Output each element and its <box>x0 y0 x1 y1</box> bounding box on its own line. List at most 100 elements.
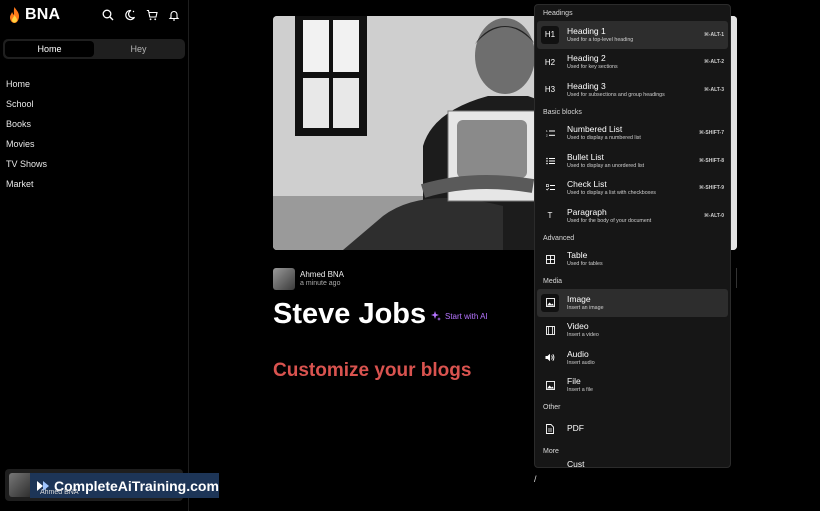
flame-icon <box>10 6 19 23</box>
paragraph-icon: T <box>547 211 553 221</box>
post-timestamp: a minute ago <box>300 279 341 287</box>
section-advanced: Advanced <box>543 234 575 242</box>
sidebar-item-movies[interactable]: Movies <box>0 134 188 154</box>
item-subtitle: Used for subsections and group headings <box>567 91 665 98</box>
menu-item-audio[interactable]: Audio Insert audio <box>537 344 728 372</box>
bell-icon[interactable] <box>168 9 180 21</box>
bullet-list-icon <box>541 152 559 170</box>
item-subtitle: Used for a top-level heading <box>567 36 634 43</box>
item-title: PDF <box>567 422 584 433</box>
item-title: Audio <box>567 348 589 359</box>
tab-hey[interactable]: Hey <box>94 41 183 57</box>
menu-item-image[interactable]: Image Insert an image <box>537 289 728 317</box>
item-subtitle: Insert audio <box>567 359 595 366</box>
section-basic-blocks: Basic blocks <box>543 108 582 116</box>
profile-name: Ahmed BNA <box>40 489 79 496</box>
more-icon <box>541 456 559 468</box>
image-icon <box>541 293 559 312</box>
video-icon <box>541 321 559 339</box>
item-shortcut: ⌘-SHIFT-8 <box>699 157 724 164</box>
menu-item-video[interactable]: Video Insert a video <box>537 317 728 345</box>
sidebar-item-home[interactable]: Home <box>0 74 188 94</box>
author-block: Ahmed BNA a minute ago <box>273 268 344 290</box>
svg-text:2: 2 <box>546 134 548 138</box>
svg-text:1: 1 <box>546 129 548 133</box>
sidebar: BNA Home Hey Home School Books Movies TV… <box>0 0 189 511</box>
file-icon <box>541 376 559 394</box>
menu-item-heading-3[interactable]: H3 Heading 3 Used for subsections and gro… <box>537 76 728 104</box>
heading-2-icon: H2 <box>544 57 556 67</box>
sparkle-icon <box>431 311 441 321</box>
sidebar-tabs: Home Hey <box>3 39 185 59</box>
menu-item-file[interactable]: File Insert a file <box>537 372 728 400</box>
sidebar-item-market[interactable]: Market <box>0 174 188 194</box>
author-name[interactable]: Ahmed BNA <box>300 270 344 279</box>
tab-home[interactable]: Home <box>5 41 94 57</box>
item-shortcut: ⌘-ALT-1 <box>704 31 724 38</box>
brand-name: BNA <box>25 5 61 23</box>
blog-subtitle[interactable]: Customize your blogs <box>273 360 471 382</box>
item-subtitle: Insert a video <box>567 332 599 339</box>
sidebar-item-school[interactable]: School <box>0 94 188 114</box>
sidebar-item-books[interactable]: Books <box>0 114 188 134</box>
menu-item-bullet-list[interactable]: Bullet List Used to display an unordered … <box>537 147 728 175</box>
item-subtitle: Used for key sections <box>567 64 618 71</box>
page-title[interactable]: Steve Jobs <box>273 298 426 331</box>
section-more: More <box>543 447 559 455</box>
item-title: Paragraph <box>567 206 607 217</box>
item-title: Heading 2 <box>567 53 606 64</box>
section-media: Media <box>543 278 563 285</box>
numbered-list-icon: 12 <box>541 124 559 142</box>
checklist-icon <box>541 179 559 197</box>
item-shortcut: ⌘-SHIFT-7 <box>699 130 724 137</box>
item-shortcut: ⌘-SHIFT-9 <box>699 185 724 192</box>
item-subtitle: Used to display a list with checkboxes <box>567 190 656 197</box>
item-title: Heading 3 <box>567 80 606 91</box>
cart-icon[interactable] <box>146 9 158 21</box>
item-title: Numbered List <box>567 124 623 135</box>
sidebar-topbar: BNA <box>0 0 188 29</box>
item-title: Image <box>567 293 591 304</box>
divider <box>736 268 737 288</box>
menu-item-paragraph[interactable]: T Paragraph Used for the body of your doc… <box>537 202 728 230</box>
item-title: Check List <box>567 179 607 190</box>
heading-3-icon: H3 <box>544 85 556 95</box>
menu-item-table[interactable]: Table Used for tables <box>537 246 728 274</box>
menu-item-check-list[interactable]: Check List Used to display a list with ch… <box>537 175 728 203</box>
item-subtitle: Used to display an unordered list <box>567 162 645 169</box>
item-subtitle: Used to display a numbered list <box>567 135 641 142</box>
search-icon[interactable] <box>102 9 114 21</box>
menu-item-custom[interactable]: Cust <box>537 456 728 468</box>
item-shortcut: ⌘-ALT-3 <box>704 86 724 93</box>
pdf-icon <box>541 420 559 438</box>
item-shortcut: ⌘-ALT-2 <box>704 59 724 66</box>
author-avatar <box>273 268 295 290</box>
sidebar-nav: Home School Books Movies TV Shows Market <box>0 74 188 194</box>
item-title: Bullet List <box>567 151 604 162</box>
item-title: Video <box>567 321 589 332</box>
item-title: File <box>567 376 581 387</box>
start-with-ai-button[interactable]: Start with AI <box>431 311 488 321</box>
item-shortcut: ⌘-ALT-0 <box>704 212 724 219</box>
section-headings: Headings <box>543 10 573 17</box>
menu-item-heading-1[interactable]: H1 Heading 1 Used for a top-level heading… <box>537 21 728 49</box>
menu-item-heading-2[interactable]: H2 Heading 2 Used for key sections ⌘-ALT-… <box>537 49 728 77</box>
item-title: Heading 1 <box>567 25 606 36</box>
section-other: Other <box>543 404 561 411</box>
item-title: Cust <box>567 458 585 468</box>
speaker-icon <box>541 349 559 367</box>
item-subtitle: Used for tables <box>567 261 603 268</box>
menu-item-numbered-list[interactable]: 12 Numbered List Used to display a number… <box>537 120 728 148</box>
logo[interactable]: BNA <box>8 6 60 24</box>
menu-item-pdf[interactable]: PDF <box>537 415 728 443</box>
slash-command-menu: Headings H1 Heading 1 Used for a top-leve… <box>534 4 731 468</box>
start-with-ai-label: Start with AI <box>445 311 488 321</box>
item-title: Table <box>567 250 588 261</box>
sidebar-item-tv-shows[interactable]: TV Shows <box>0 154 188 174</box>
item-subtitle: Insert a file <box>567 387 593 394</box>
item-subtitle: Used for the body of your document <box>567 217 652 224</box>
editor-cursor[interactable]: / <box>534 474 537 484</box>
watermark-banner: CompleteAiTraining.com Ahmed BNA <box>30 473 219 498</box>
theme-toggle-icon[interactable] <box>124 9 136 21</box>
heading-1-icon: H1 <box>541 25 559 44</box>
